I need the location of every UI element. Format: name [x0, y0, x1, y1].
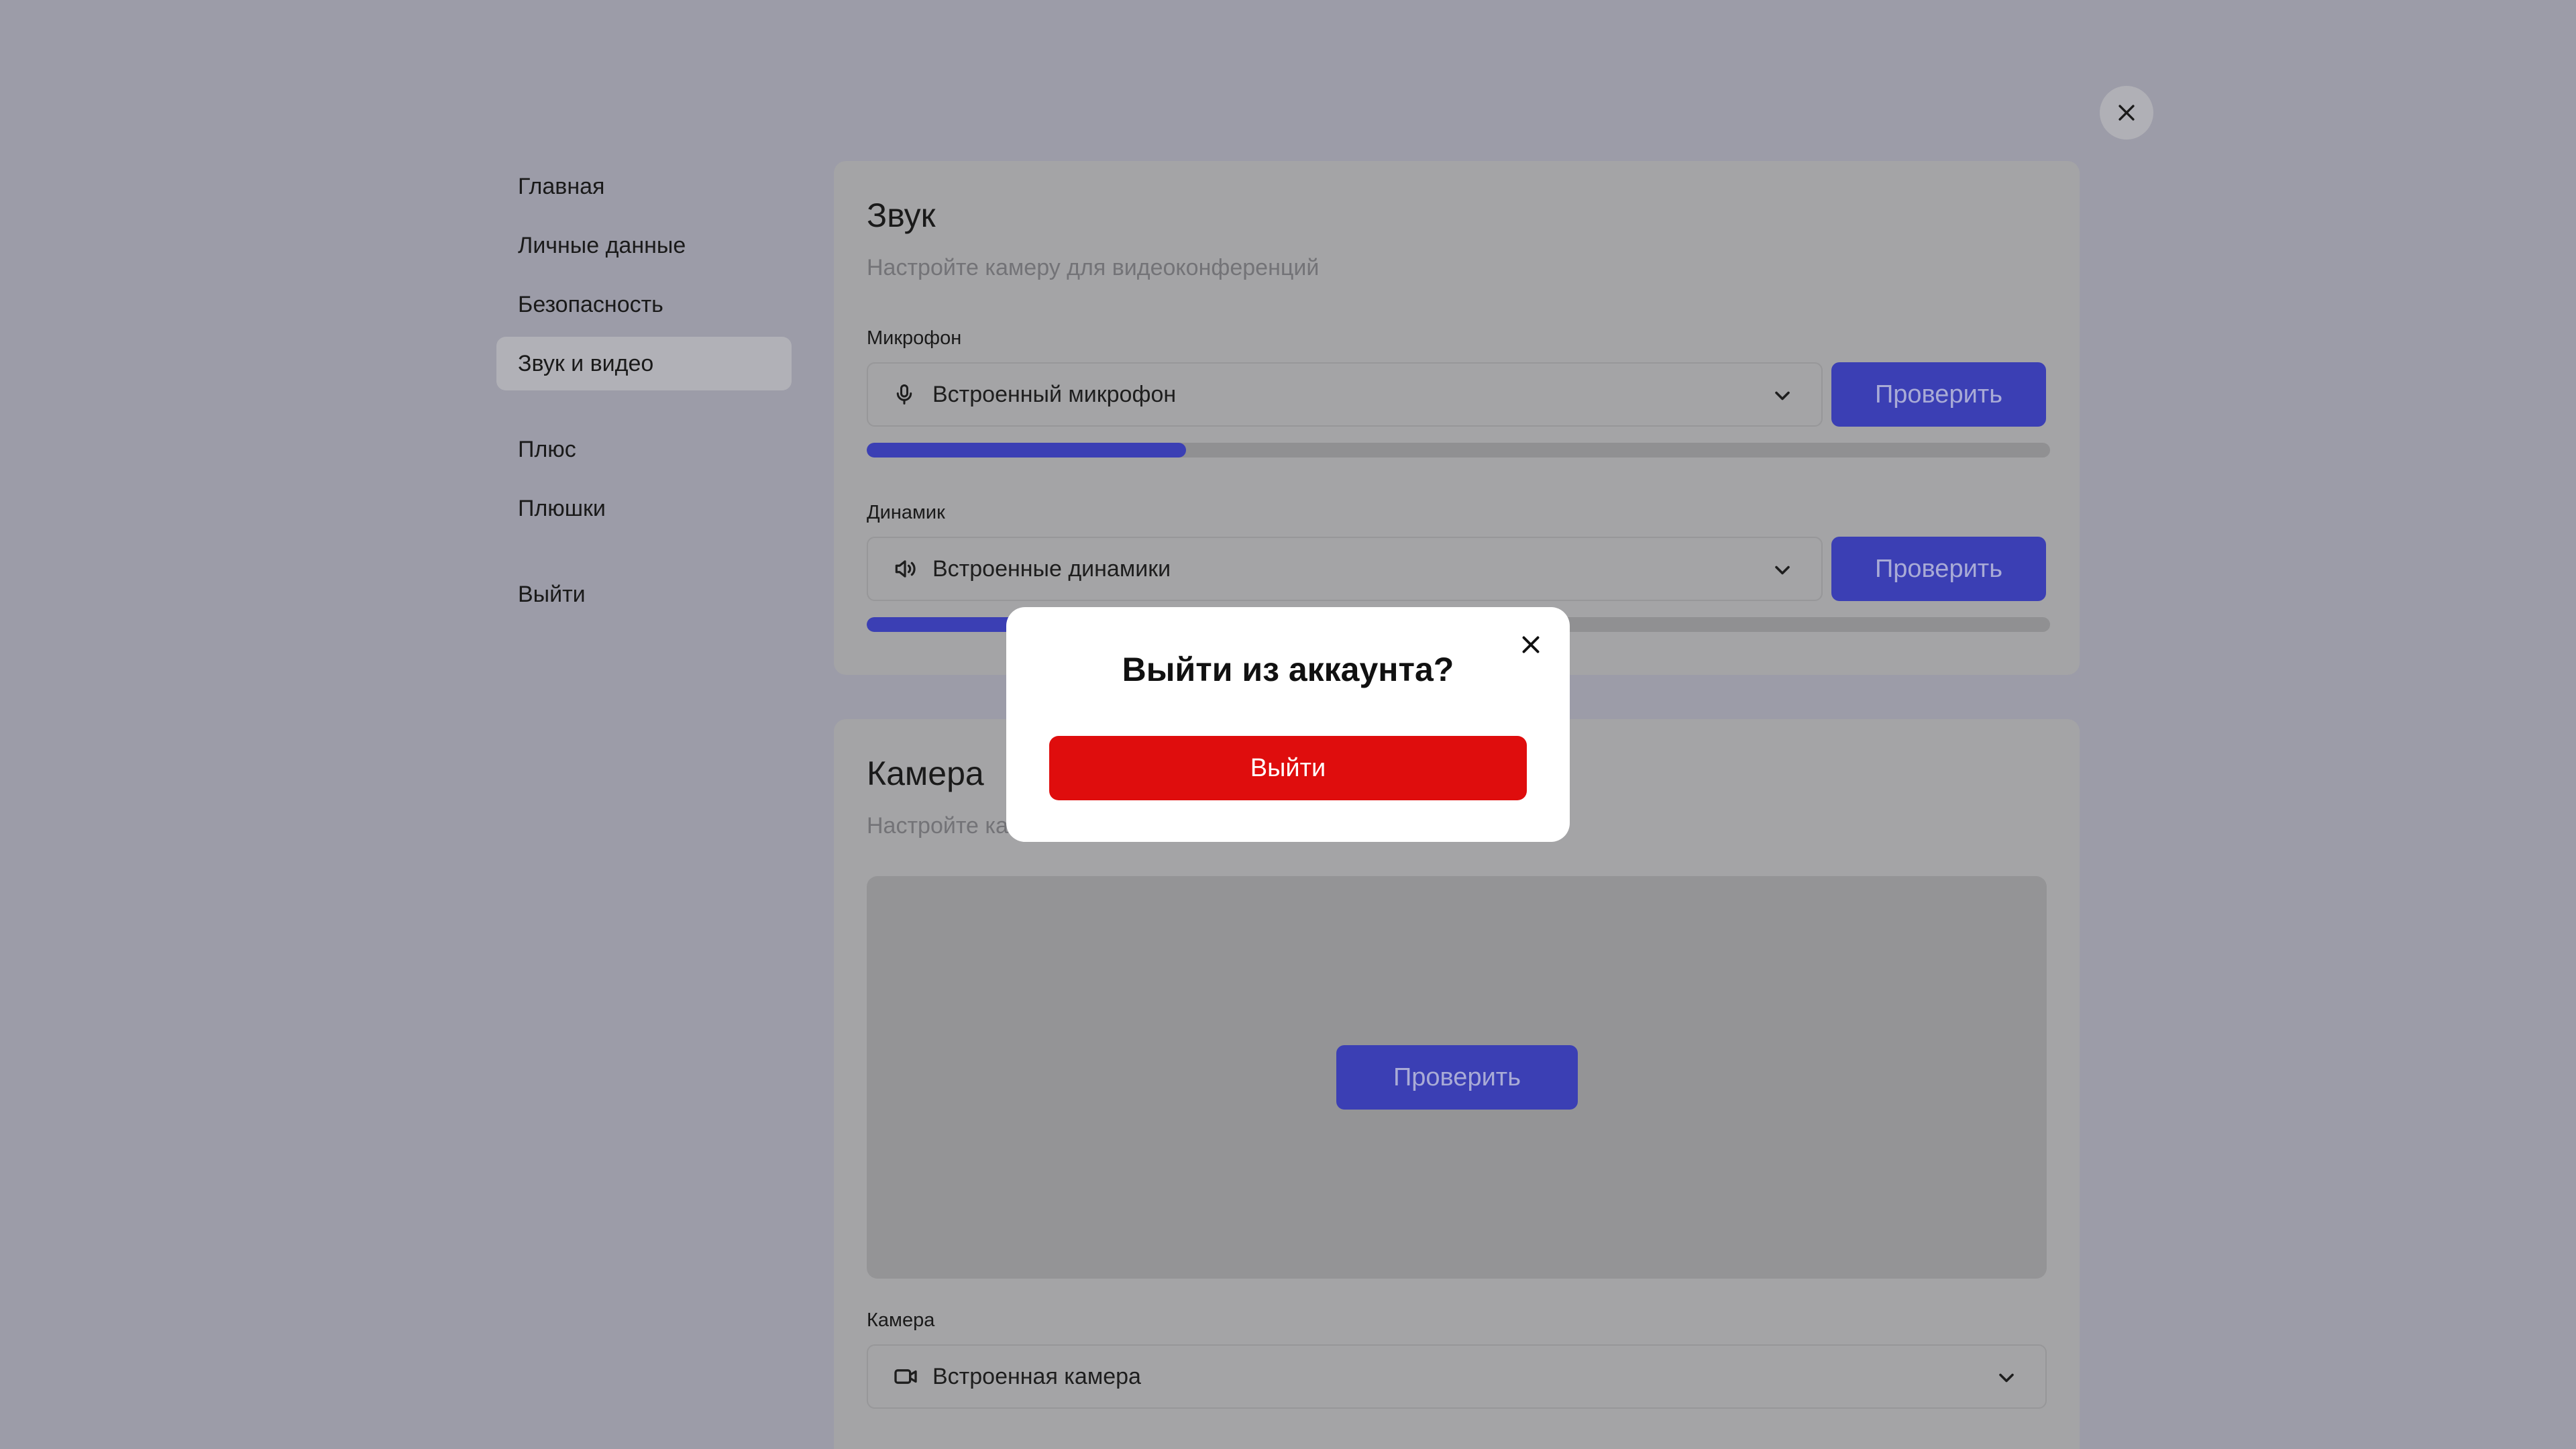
logout-dialog: Выйти из аккаунта? Выйти	[1006, 607, 1570, 842]
sidebar-item-home[interactable]: Главная	[496, 160, 792, 213]
chevron-down-icon	[1999, 1373, 2014, 1383]
sidebar-item-label: Безопасность	[518, 291, 663, 317]
sidebar-item-label: Плюшки	[518, 495, 606, 521]
chevron-down-icon	[1775, 566, 1790, 575]
speaker-select[interactable]: Встроенные динамики	[867, 537, 1823, 601]
close-icon	[2118, 105, 2135, 121]
sound-title: Звук	[867, 197, 936, 234]
microphone-icon	[892, 381, 919, 408]
camera-select[interactable]: Встроенная камера	[867, 1344, 2047, 1409]
confirm-logout-button[interactable]: Выйти	[1049, 736, 1527, 800]
sidebar-item-plus[interactable]: Плюс	[496, 423, 792, 476]
sidebar-item-perks[interactable]: Плюшки	[496, 482, 792, 535]
check-microphone-button[interactable]: Проверить	[1831, 362, 2046, 427]
camera-label: Камера	[867, 1309, 935, 1331]
close-settings-button[interactable]	[2100, 86, 2153, 140]
camera-preview: Проверить	[867, 876, 2047, 1279]
microphone-level-bar	[867, 443, 2050, 458]
sidebar-item-label: Выйти	[518, 581, 586, 607]
sidebar-item-personal-data[interactable]: Личные данные	[496, 219, 792, 272]
camera-icon	[892, 1363, 919, 1390]
settings-page: Главная Личные данные Безопасность Звук …	[0, 0, 2576, 1449]
camera-value: Встроенная камера	[932, 1363, 1141, 1389]
check-speaker-button[interactable]: Проверить	[1831, 537, 2046, 601]
speaker-label: Динамик	[867, 502, 945, 523]
microphone-label: Микрофон	[867, 327, 962, 349]
sidebar-item-sound-video[interactable]: Звук и видео	[496, 337, 792, 390]
sidebar-item-label: Плюс	[518, 436, 576, 462]
microphone-value: Встроенный микрофон	[932, 381, 1177, 407]
sidebar-item-label: Звук и видео	[518, 350, 654, 376]
sound-card: Звук Настройте камеру для видеоконференц…	[834, 161, 2080, 675]
microphone-level-fill	[867, 443, 1187, 458]
sound-subtitle: Настройте камеру для видеоконференций	[867, 255, 1320, 280]
speaker-icon	[892, 555, 919, 582]
microphone-select[interactable]: Встроенный микрофон	[867, 362, 1823, 427]
speaker-value: Встроенные динамики	[932, 555, 1171, 582]
check-camera-button[interactable]: Проверить	[1336, 1045, 1578, 1110]
sidebar-item-logout[interactable]: Выйти	[496, 568, 792, 621]
sidebar-item-label: Главная	[518, 173, 605, 199]
chevron-down-icon	[1775, 391, 1790, 400]
sidebar-item-security[interactable]: Безопасность	[496, 278, 792, 331]
dialog-title: Выйти из аккаунта?	[1122, 651, 1454, 688]
camera-title: Камера	[867, 755, 984, 792]
sidebar-item-label: Личные данные	[518, 232, 686, 258]
